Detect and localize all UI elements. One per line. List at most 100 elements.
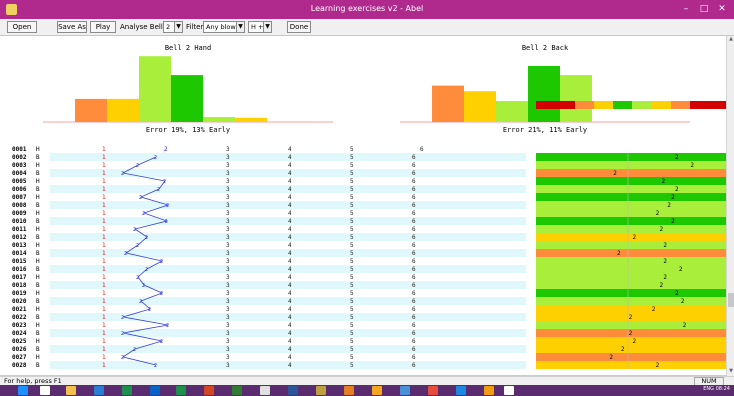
color-key-swatch [671,101,691,109]
row-id[interactable]: 0005 [12,178,27,185]
error-marker: 2 [661,178,665,185]
row-hb: B [36,362,40,369]
bell-2-cell: 2 [160,291,163,297]
row-id[interactable]: 0008 [12,202,27,209]
bell-4-cell: 4 [288,226,292,233]
row-id[interactable]: 0017 [12,274,27,281]
row-id[interactable]: 0003 [12,162,27,169]
powerpoint-icon[interactable] [204,386,214,395]
done-button[interactable]: Done [287,21,311,33]
hb-select[interactable]: H + B ▼ [248,21,272,33]
row-id[interactable]: 0013 [12,242,27,249]
row-hb: H [36,146,40,153]
bell-6-cell: 6 [412,162,416,169]
app-icon[interactable] [344,386,354,395]
maximize-button[interactable]: □ [696,2,712,16]
window-title: Learning exercises v2 - Abel [310,4,424,13]
bell-4-cell: 4 [288,210,292,217]
scroll-up-icon[interactable]: ▲ [727,36,734,44]
row-id[interactable]: 0010 [12,218,27,225]
bell-3-cell: 3 [226,194,230,201]
word-icon[interactable] [288,386,298,395]
row-id[interactable]: 0022 [12,314,27,321]
row-id[interactable]: 0015 [12,258,27,265]
row-id[interactable]: 0006 [12,186,27,193]
bell-4-cell: 4 [288,330,292,337]
app-icon[interactable] [260,386,270,395]
active-app-icon[interactable] [504,386,514,395]
error-bar [536,273,729,281]
error-marker: 2 [629,314,633,321]
minimize-button[interactable]: – [678,2,694,16]
analyse-bell-select[interactable]: 2 ▼ [163,21,183,33]
title-bar: Learning exercises v2 - Abel – □ ✕ [0,0,734,19]
bell-6-label: 6 [420,146,424,153]
home-icon[interactable] [40,386,50,395]
row-hb: H [36,274,40,281]
app-icon[interactable] [456,386,466,395]
bell-4-cell: 4 [288,346,292,353]
bell-2-cell: 2 [154,155,157,161]
app-icon[interactable] [428,386,438,395]
bell-1-cell: 1 [102,154,106,161]
row-id[interactable]: 0018 [12,282,27,289]
outlook-icon[interactable] [150,386,160,395]
app-icon[interactable] [484,386,494,395]
scroll-down-icon[interactable]: ▼ [727,368,734,376]
windows-start-icon[interactable] [18,386,28,395]
row-id[interactable]: 0023 [12,322,27,329]
bell-1-cell: 1 [102,258,106,265]
row-id[interactable]: 0004 [12,170,27,177]
bell-2-cell: 2 [139,299,142,305]
bell-1-cell: 1 [102,210,106,217]
row-id[interactable]: 0024 [12,330,27,337]
row-id[interactable]: 0026 [12,346,27,353]
folder-icon[interactable] [66,386,76,395]
error-marker: 2 [681,298,685,305]
bell-2-cell: 2 [121,331,124,337]
row-id[interactable]: 0021 [12,306,27,313]
error-bar [536,297,729,305]
app-icon[interactable] [232,386,242,395]
bell-6-cell: 6 [412,290,416,297]
bell-6-cell: 6 [412,346,416,353]
row-id[interactable]: 0001 [12,146,27,153]
row-id[interactable]: 0016 [12,266,27,273]
row-id[interactable]: 0002 [12,154,27,161]
row-id[interactable]: 0019 [12,290,27,297]
open-button[interactable]: Open [7,21,37,33]
play-button[interactable]: Play [90,21,116,33]
bell-5-cell: 5 [350,202,354,209]
scroll-thumb[interactable] [728,293,734,307]
row-id[interactable]: 0027 [12,354,27,361]
app-icon[interactable] [400,386,410,395]
app-icon[interactable] [316,386,326,395]
publisher-icon[interactable] [176,386,186,395]
save-as-button[interactable]: Save As [57,21,87,33]
row-hb: H [36,226,40,233]
bell-2-hand-chart: Bell 2 Hand Error 19%, 13% Early [43,44,333,134]
filter-select[interactable]: Any blow ▼ [203,21,245,33]
vertical-scrollbar[interactable]: ▲ ▼ [726,36,734,376]
row-id[interactable]: 0025 [12,338,27,345]
error-bar [536,265,729,273]
bell-5-cell: 5 [350,354,354,361]
excel-icon[interactable] [122,386,132,395]
row-id[interactable]: 0011 [12,226,27,233]
error-marker: 2 [656,362,660,369]
row-id[interactable]: 0014 [12,250,27,257]
row-id[interactable]: 0012 [12,234,27,241]
row-hb: H [36,322,40,329]
close-button[interactable]: ✕ [714,2,730,16]
bell-2-cell: 2 [124,251,127,257]
bell-6-cell: 6 [412,170,416,177]
row-id[interactable]: 0007 [12,194,27,201]
row-id[interactable]: 0028 [12,362,27,369]
row-hb: B [36,170,40,177]
error-marker: 2 [617,250,621,257]
bell-4-cell: 4 [288,250,292,257]
row-id[interactable]: 0020 [12,298,27,305]
browser-icon[interactable] [94,386,104,395]
app-icon[interactable] [372,386,382,395]
row-id[interactable]: 0009 [12,210,27,217]
